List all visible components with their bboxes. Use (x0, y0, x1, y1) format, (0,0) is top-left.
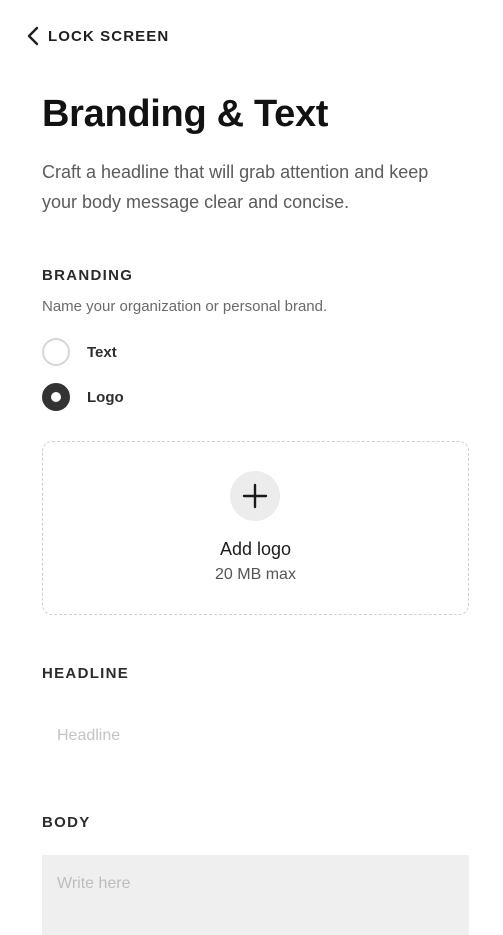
radio-label-logo: Logo (87, 388, 124, 406)
branding-section-label: BRANDING (42, 267, 134, 284)
plus-icon (242, 483, 268, 509)
add-logo-title: Add logo (219, 539, 292, 559)
upload-size-limit: 20 MB max (215, 566, 296, 583)
chevron-left-icon (27, 26, 39, 46)
radio-button-unchecked[interactable] (42, 338, 70, 366)
headline-section-label: HEADLINE (42, 665, 130, 682)
headline-input[interactable] (42, 712, 469, 760)
body-section-label: BODY (42, 814, 91, 831)
radio-label-text: Text (87, 343, 117, 361)
branding-option-logo[interactable]: Logo (42, 382, 124, 412)
page-title: Branding & Text (42, 93, 329, 135)
body-textarea[interactable] (42, 855, 469, 935)
back-button[interactable]: LOCK SCREEN (24, 24, 169, 48)
branding-option-text[interactable]: Text (42, 337, 117, 367)
logo-upload-dropzone[interactable]: Add logo 20 MB max (42, 441, 469, 615)
add-logo-button[interactable] (230, 471, 280, 521)
radio-button-checked[interactable] (42, 383, 70, 411)
branding-helper-text: Name your organization or personal brand… (42, 298, 328, 315)
back-button-label: LOCK SCREEN (48, 27, 170, 45)
page-description: Craft a headline that will grab attentio… (42, 162, 429, 212)
